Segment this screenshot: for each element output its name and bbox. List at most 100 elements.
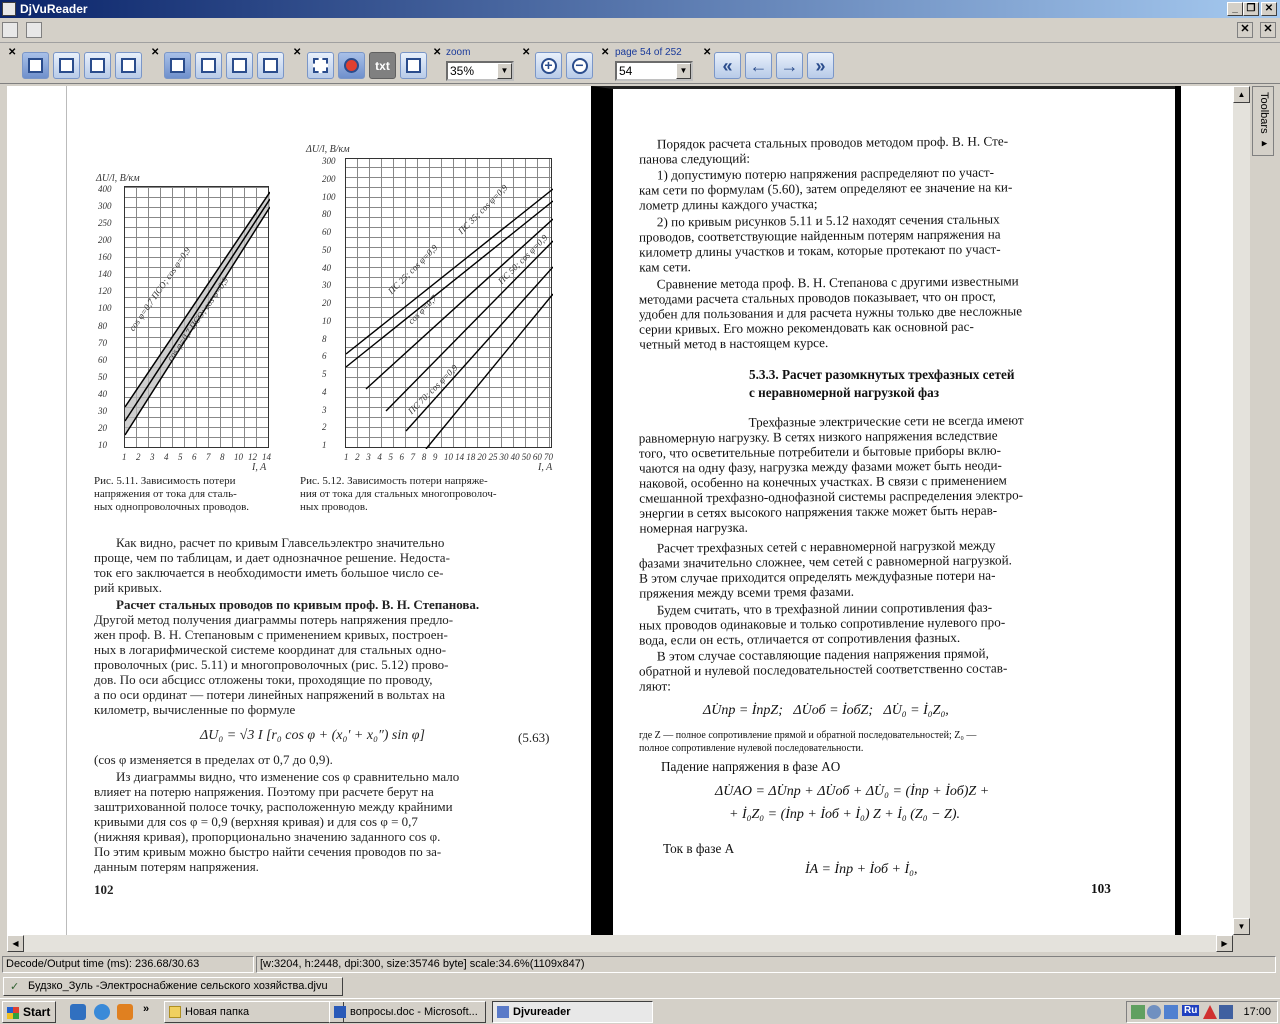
double-left-arrow-icon: « xyxy=(722,55,733,76)
app-icon xyxy=(2,2,16,16)
close-document-button[interactable]: ✕ xyxy=(1237,22,1253,38)
paragraph: Расчет трехфазных сетей с неравномерной … xyxy=(638,537,1012,601)
layout-tree3-button[interactable] xyxy=(84,52,111,79)
tick-label: 1 xyxy=(322,440,327,450)
tick-label: 400 xyxy=(98,184,112,194)
equation: + İ₀Z₀ = (İпр + İоб + İ₀) Z + İ₀ (Z₀ − Z… xyxy=(729,807,960,822)
continuous-page-button[interactable] xyxy=(226,52,253,79)
tick-label: 7 xyxy=(410,452,416,462)
tick-label: 80 xyxy=(322,209,331,220)
document-view[interactable]: ΔU/l, В/км cos φ=0,7 ПСО; cos φ=0,9 cos … xyxy=(7,86,1249,935)
group-close-icon[interactable]: ✕ xyxy=(703,47,711,58)
copy-button[interactable] xyxy=(400,52,427,79)
tick-label: 140 xyxy=(98,269,112,280)
volume-icon[interactable] xyxy=(1219,1005,1233,1019)
start-button[interactable]: Start xyxy=(2,1001,56,1023)
group-close-icon[interactable]: ✕ xyxy=(433,47,441,58)
toolbar: ✕ ✕ ✕ txt ✕ zoom 35% ▼ ✕ + − ✕ page 54 o… xyxy=(0,44,1280,84)
task-djvureader[interactable]: Djvureader xyxy=(492,1001,653,1023)
chevron-down-icon[interactable]: ▼ xyxy=(676,63,691,79)
tick-label: 8 xyxy=(322,333,327,344)
layout-tree-button[interactable] xyxy=(22,52,49,79)
document-tab[interactable]: ✓ Будзко_Зуль -Электроснабжение сельског… xyxy=(3,977,343,996)
paragraph: 1) допустимую потерю напряжения распреде… xyxy=(638,164,1013,213)
tick-label: 2 xyxy=(322,422,327,433)
group-close-icon[interactable]: ✕ xyxy=(151,47,159,58)
paragraph: Будем считать, что в трехфазной линии со… xyxy=(638,599,1006,648)
scroll-up-icon[interactable]: ▲ xyxy=(1233,86,1250,103)
page-select[interactable]: 54 ▼ xyxy=(615,61,693,81)
select-area-button[interactable] xyxy=(307,52,334,79)
close-button[interactable]: ✕ xyxy=(1261,2,1277,16)
system-tray: Ru 17:00 xyxy=(1126,1001,1278,1023)
text-mode-button[interactable]: txt xyxy=(369,52,396,79)
tick-label: 2 xyxy=(355,452,360,462)
tick-label: 6 xyxy=(192,452,197,462)
thumbnails-button[interactable] xyxy=(257,52,284,79)
document-info-icon[interactable] xyxy=(26,22,42,38)
figure-caption-5-11: Рис. 5.11. Зависимость потери напряжения… xyxy=(94,475,250,513)
group-close-icon[interactable]: ✕ xyxy=(601,47,609,58)
alert-icon[interactable] xyxy=(1203,1005,1217,1019)
first-page-button[interactable]: « xyxy=(714,52,741,79)
paragraph: Другой метод получения диаграммы потерь … xyxy=(94,612,454,717)
internet-explorer-icon[interactable] xyxy=(94,1004,110,1020)
monitor-icon[interactable] xyxy=(1164,1005,1178,1019)
close-all-button[interactable]: ✕ xyxy=(1260,22,1276,38)
page-103: Порядок расчета стальных проводов методо… xyxy=(591,86,1175,935)
media-player-icon[interactable] xyxy=(117,1004,133,1020)
fig1-ylabel: ΔU/l, В/км xyxy=(96,173,140,184)
vertical-scrollbar[interactable]: ▲ ▼ xyxy=(1233,86,1250,935)
scroll-left-icon[interactable]: ◀ xyxy=(7,935,24,952)
open-file-icon[interactable] xyxy=(2,22,18,38)
image-mode-button[interactable] xyxy=(338,52,365,79)
layout-tree4-button[interactable] xyxy=(115,52,142,79)
language-indicator[interactable]: Ru xyxy=(1182,1005,1200,1016)
tick-label: 70 xyxy=(544,452,553,462)
group-close-icon[interactable]: ✕ xyxy=(522,47,530,58)
tick-label: 3 xyxy=(150,452,155,462)
task-word[interactable]: вопросы.doc - Microsoft... xyxy=(329,1001,486,1023)
network-icon[interactable] xyxy=(1131,1005,1145,1019)
group-close-icon[interactable]: ✕ xyxy=(293,47,301,58)
zoom-out-button[interactable]: − xyxy=(566,52,593,79)
tick-label: 50 xyxy=(322,244,331,255)
scroll-down-icon[interactable]: ▼ xyxy=(1233,918,1250,935)
tick-label: 40 xyxy=(322,262,331,273)
tick-label: 300 xyxy=(322,156,336,166)
fig2-xlabel: I, A xyxy=(538,462,553,473)
tick-label: 100 xyxy=(322,191,336,202)
tick-label: 60 xyxy=(98,354,107,365)
search-icon[interactable] xyxy=(1147,1005,1161,1019)
maximize-button[interactable]: ❐ xyxy=(1243,2,1259,16)
tick-label: 20 xyxy=(98,422,107,433)
next-page-button[interactable]: → xyxy=(776,52,803,79)
horizontal-scrollbar[interactable]: ◀ ▶ xyxy=(7,935,1233,952)
task-label: Djvureader xyxy=(513,1006,571,1018)
chevron-down-icon[interactable]: ▼ xyxy=(497,63,512,79)
equation: ΔU̇пр = İпрZ; ΔU̇об = İобZ; ΔU̇₀ = İ₀Z₀, xyxy=(703,703,949,718)
two-page-button[interactable] xyxy=(195,52,222,79)
layout-tree2-button[interactable] xyxy=(53,52,80,79)
task-folder[interactable]: Новая папка xyxy=(164,1001,344,1023)
single-page-button[interactable] xyxy=(164,52,191,79)
last-page-button[interactable]: » xyxy=(807,52,834,79)
group-close-icon[interactable]: ✕ xyxy=(8,47,16,58)
tick-label: 10 xyxy=(234,452,243,462)
tick-label: 9 xyxy=(432,452,438,462)
tick-label: 2 xyxy=(136,452,141,462)
folder-icon xyxy=(169,1006,181,1018)
quicklaunch-desktop-icon[interactable] xyxy=(70,1004,86,1020)
zoom-in-button[interactable]: + xyxy=(535,52,562,79)
tick-label: 50 xyxy=(98,371,107,382)
page-number: 103 xyxy=(1091,881,1111,896)
paragraph: Падение напряжения в фазе AO xyxy=(661,759,841,774)
chevron-right-icon[interactable]: » xyxy=(143,1003,149,1015)
left-arrow-icon: ← xyxy=(749,55,768,76)
zoom-select[interactable]: 35% ▼ xyxy=(446,61,514,81)
toolbars-panel-tab[interactable]: Toolbars ▸ xyxy=(1252,86,1274,156)
scroll-right-icon[interactable]: ▶ xyxy=(1216,935,1233,952)
tick-label: 10 xyxy=(98,440,107,450)
minimize-button[interactable]: _ xyxy=(1227,2,1243,16)
previous-page-button[interactable]: ← xyxy=(745,52,772,79)
